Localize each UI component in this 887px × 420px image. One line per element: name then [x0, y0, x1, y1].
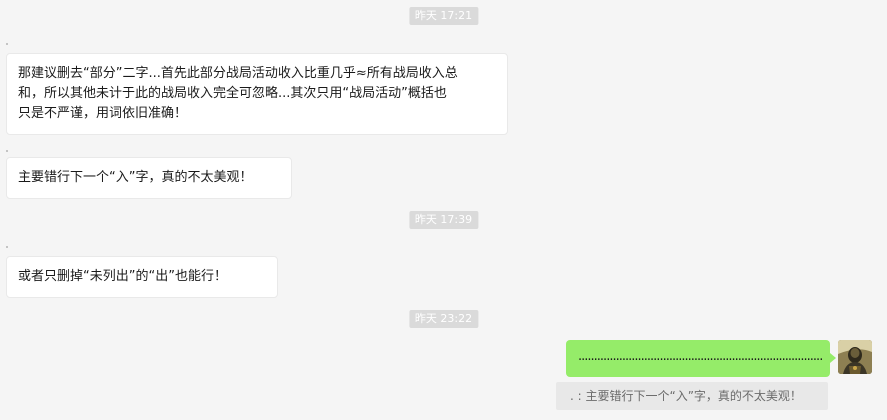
sender-name: [6, 43, 8, 45]
message-line: 主要错行下一个“入”字，真的不太美观！: [18, 170, 253, 185]
timestamp: 昨天 23:22: [408, 310, 479, 328]
message-bubble[interactable]: 主要错行下一个“入”字，真的不太美观！: [6, 157, 292, 199]
quoted-message[interactable]: . : 主要错行下一个“入”字，真的不太美观！: [556, 382, 828, 410]
sender-name: [6, 150, 8, 152]
message-text: ........................................…: [578, 349, 822, 364]
timestamp: 昨天 17:21: [408, 7, 479, 25]
message-line: 和，所以其他未计于此的战局收入完全可忽略...其次只用“战局活动”概括也: [18, 86, 447, 101]
timestamp: 昨天 17:39: [408, 211, 479, 229]
message-bubble[interactable]: 那建议删去“部分”二字...首先此部分战局活动收入比重几乎≈所有战局收入总 和，…: [6, 53, 508, 135]
message-bubble[interactable]: 或者只删掉“未列出”的“出”也能行！: [6, 256, 278, 298]
message-line: 只是不严谨，用词依旧准确！: [18, 106, 188, 121]
message-line: 或者只删掉“未列出”的“出”也能行！: [18, 269, 227, 284]
avatar-image: [838, 340, 872, 374]
sender-name: [6, 246, 8, 248]
message-line: 那建议删去“部分”二字...首先此部分战局活动收入比重几乎≈所有战局收入总: [18, 66, 458, 81]
avatar[interactable]: [838, 340, 872, 374]
outgoing-message-bubble[interactable]: ........................................…: [566, 340, 836, 377]
